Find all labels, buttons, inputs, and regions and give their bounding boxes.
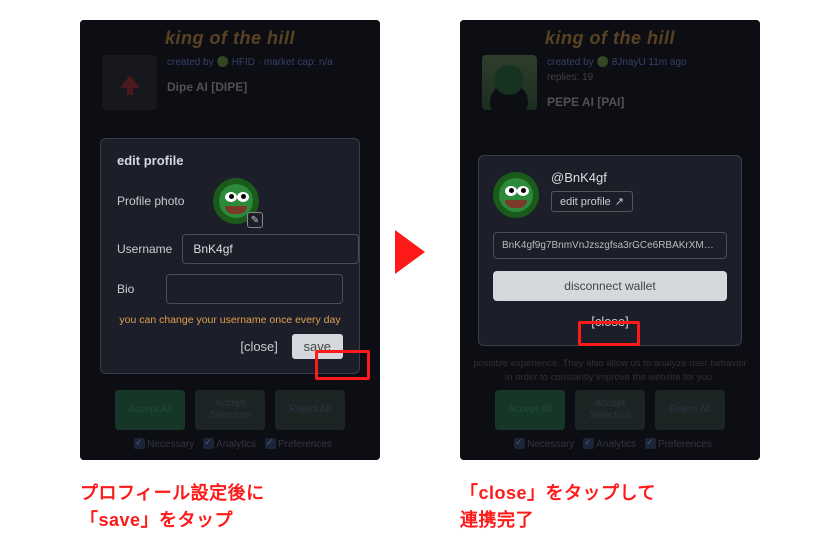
- phone-left: king of the hill created by 🟢 HFID · mar…: [80, 20, 380, 460]
- edit-profile-label: edit profile: [560, 196, 611, 208]
- coin-meta: created by 🟢 HFID · market cap: n/a Dipe…: [167, 55, 333, 130]
- accept-selection-button[interactable]: Accept Selection: [575, 390, 645, 430]
- save-button[interactable]: save: [292, 334, 343, 359]
- coin-title: PEPE AI [PAI]: [547, 93, 687, 111]
- bg-coin-card: created by 🟢 HFID · market cap: n/a Dipe…: [102, 55, 357, 130]
- cookie-checks: Necessary Analytics Preferences: [90, 438, 370, 450]
- reject-all-button[interactable]: Reject All: [655, 390, 725, 430]
- username-hint: you can change your username once every …: [117, 314, 343, 326]
- coin-meta-line2: replies: 19: [547, 70, 687, 85]
- avatar: [493, 172, 539, 218]
- cookie-banner: Accept All Accept Selection Reject All N…: [90, 384, 370, 450]
- modal-title: edit profile: [117, 153, 343, 168]
- coin-thumb: [102, 55, 157, 110]
- caption-right: 「close」をタップして連携完了: [460, 480, 656, 534]
- caption-left: プロフィール設定後に「save」をタップ: [80, 480, 265, 534]
- bio-input[interactable]: [166, 274, 343, 304]
- reject-all-button[interactable]: Reject All: [275, 390, 345, 430]
- edit-profile-button[interactable]: edit profile ↗: [551, 191, 633, 212]
- king-of-the-hill-banner: king of the hill: [460, 28, 760, 49]
- close-button[interactable]: [close]: [591, 314, 629, 329]
- checkbox-analytics[interactable]: [203, 438, 214, 449]
- coin-title: Dipe AI [DIPE]: [167, 78, 333, 96]
- disconnect-wallet-button[interactable]: disconnect wallet: [493, 271, 727, 301]
- checkbox-preferences[interactable]: [265, 438, 276, 449]
- arrow-icon: [395, 230, 425, 274]
- checkbox-necessary[interactable]: [134, 438, 145, 449]
- accept-all-button[interactable]: Accept All: [495, 390, 565, 430]
- cookie-description: possible experience. They also allow us …: [470, 357, 750, 384]
- cookie-checks: Necessary Analytics Preferences: [470, 438, 750, 450]
- external-link-icon: ↗: [615, 195, 624, 208]
- coin-meta-line1: created by 🟢 8JnayU 11m ago: [547, 55, 687, 70]
- checkbox-analytics[interactable]: [583, 438, 594, 449]
- username-label: Username: [117, 242, 172, 256]
- close-button[interactable]: [close]: [240, 339, 278, 354]
- bio-label: Bio: [117, 282, 156, 296]
- profile-modal: @BnK4gf edit profile ↗ BnK4gf9g7BnmVnJzs…: [478, 155, 742, 346]
- bg-coin-card: created by 🟢 8JnayU 11m ago replies: 19 …: [482, 55, 737, 130]
- username-input[interactable]: [182, 234, 359, 264]
- accept-all-button[interactable]: Accept All: [115, 390, 185, 430]
- coin-meta: created by 🟢 8JnayU 11m ago replies: 19 …: [547, 55, 687, 130]
- photo-label: Profile photo: [117, 194, 197, 208]
- username-display: @BnK4gf: [551, 170, 633, 185]
- checkbox-necessary[interactable]: [514, 438, 525, 449]
- cookie-banner: possible experience. They also allow us …: [470, 357, 750, 450]
- wallet-address[interactable]: BnK4gf9g7BnmVnJzszgfsa3rGCe6RBAKrXMZaNas…: [493, 232, 727, 259]
- profile-photo[interactable]: ✎: [213, 178, 259, 224]
- edit-photo-icon[interactable]: ✎: [247, 212, 263, 228]
- pepe-icon: [493, 172, 539, 218]
- edit-profile-modal: edit profile Profile photo ✎ Username Bi…: [100, 138, 360, 374]
- checkbox-preferences[interactable]: [645, 438, 656, 449]
- coin-meta-line: created by 🟢 HFID · market cap: n/a: [167, 55, 333, 70]
- coin-thumb: [482, 55, 537, 110]
- accept-selection-button[interactable]: Accept Selection: [195, 390, 265, 430]
- phone-right: king of the hill created by 🟢 8JnayU 11m…: [460, 20, 760, 460]
- king-of-the-hill-banner: king of the hill: [80, 28, 380, 49]
- modal-actions: [close] save: [117, 334, 343, 359]
